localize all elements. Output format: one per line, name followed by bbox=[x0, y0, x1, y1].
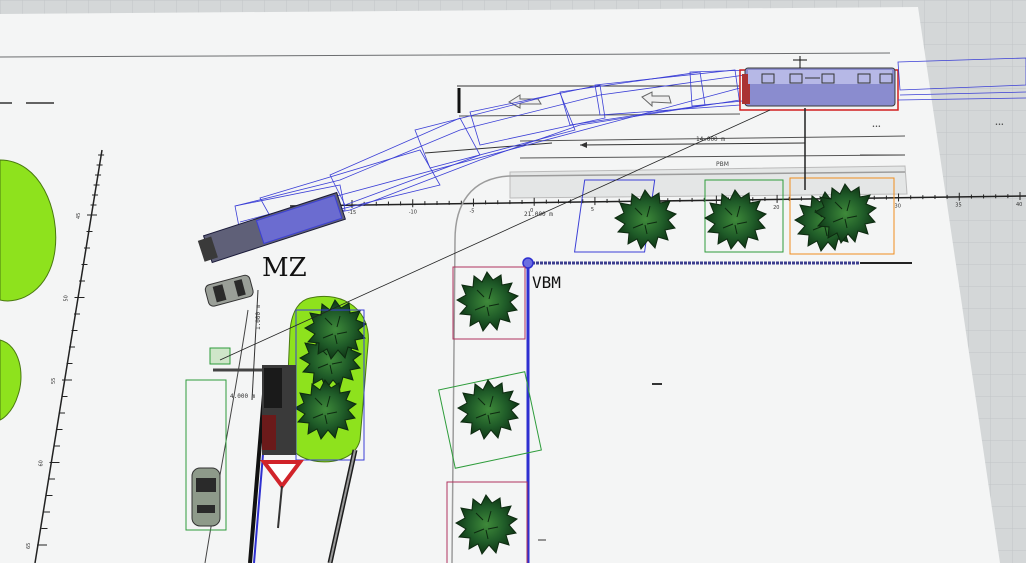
ruler-tick-label: 30 bbox=[895, 203, 901, 209]
ruler-tick-label: 60 bbox=[39, 460, 45, 466]
ruler-tick-label: 65 bbox=[26, 543, 32, 549]
ruler-tick-label: 45 bbox=[76, 213, 82, 219]
ruler-tick-label: 20 bbox=[773, 205, 779, 211]
ruler-tick-label: 35 bbox=[955, 203, 961, 209]
crosswalk-distance-label: 21.000 m bbox=[524, 211, 553, 218]
dimension-label-length: 4.000 m bbox=[230, 393, 256, 400]
vbm-label: VBM bbox=[532, 273, 561, 292]
ruler-tick-label: 55 bbox=[51, 378, 57, 384]
vehicle-bounding-box bbox=[209, 347, 231, 365]
dimension-label-offset: 1.000 m bbox=[255, 304, 262, 330]
simulation-canvas[interactable]: PBM 14.000 m -15-10-50510152025303540 45… bbox=[0, 0, 1026, 563]
pbm-label: PBM bbox=[716, 161, 729, 168]
coordinate-mark: ••• bbox=[995, 122, 1004, 128]
shelter-panel bbox=[264, 368, 282, 408]
ruler-tick-label: -15 bbox=[348, 210, 356, 216]
car-parked[interactable] bbox=[191, 467, 221, 527]
mz-label: MZ bbox=[262, 253, 307, 283]
ruler-tick-label: 5 bbox=[591, 207, 594, 213]
bus-selected[interactable] bbox=[739, 67, 899, 111]
coordinate-mark: ••• bbox=[872, 124, 881, 130]
ruler-tick-label: -5 bbox=[469, 209, 474, 215]
shelter-panel bbox=[262, 415, 276, 450]
ruler-tick-label: -10 bbox=[409, 209, 417, 215]
ruler-tick-label: 50 bbox=[64, 295, 70, 301]
ruler-tick-label: 40 bbox=[1016, 202, 1022, 208]
